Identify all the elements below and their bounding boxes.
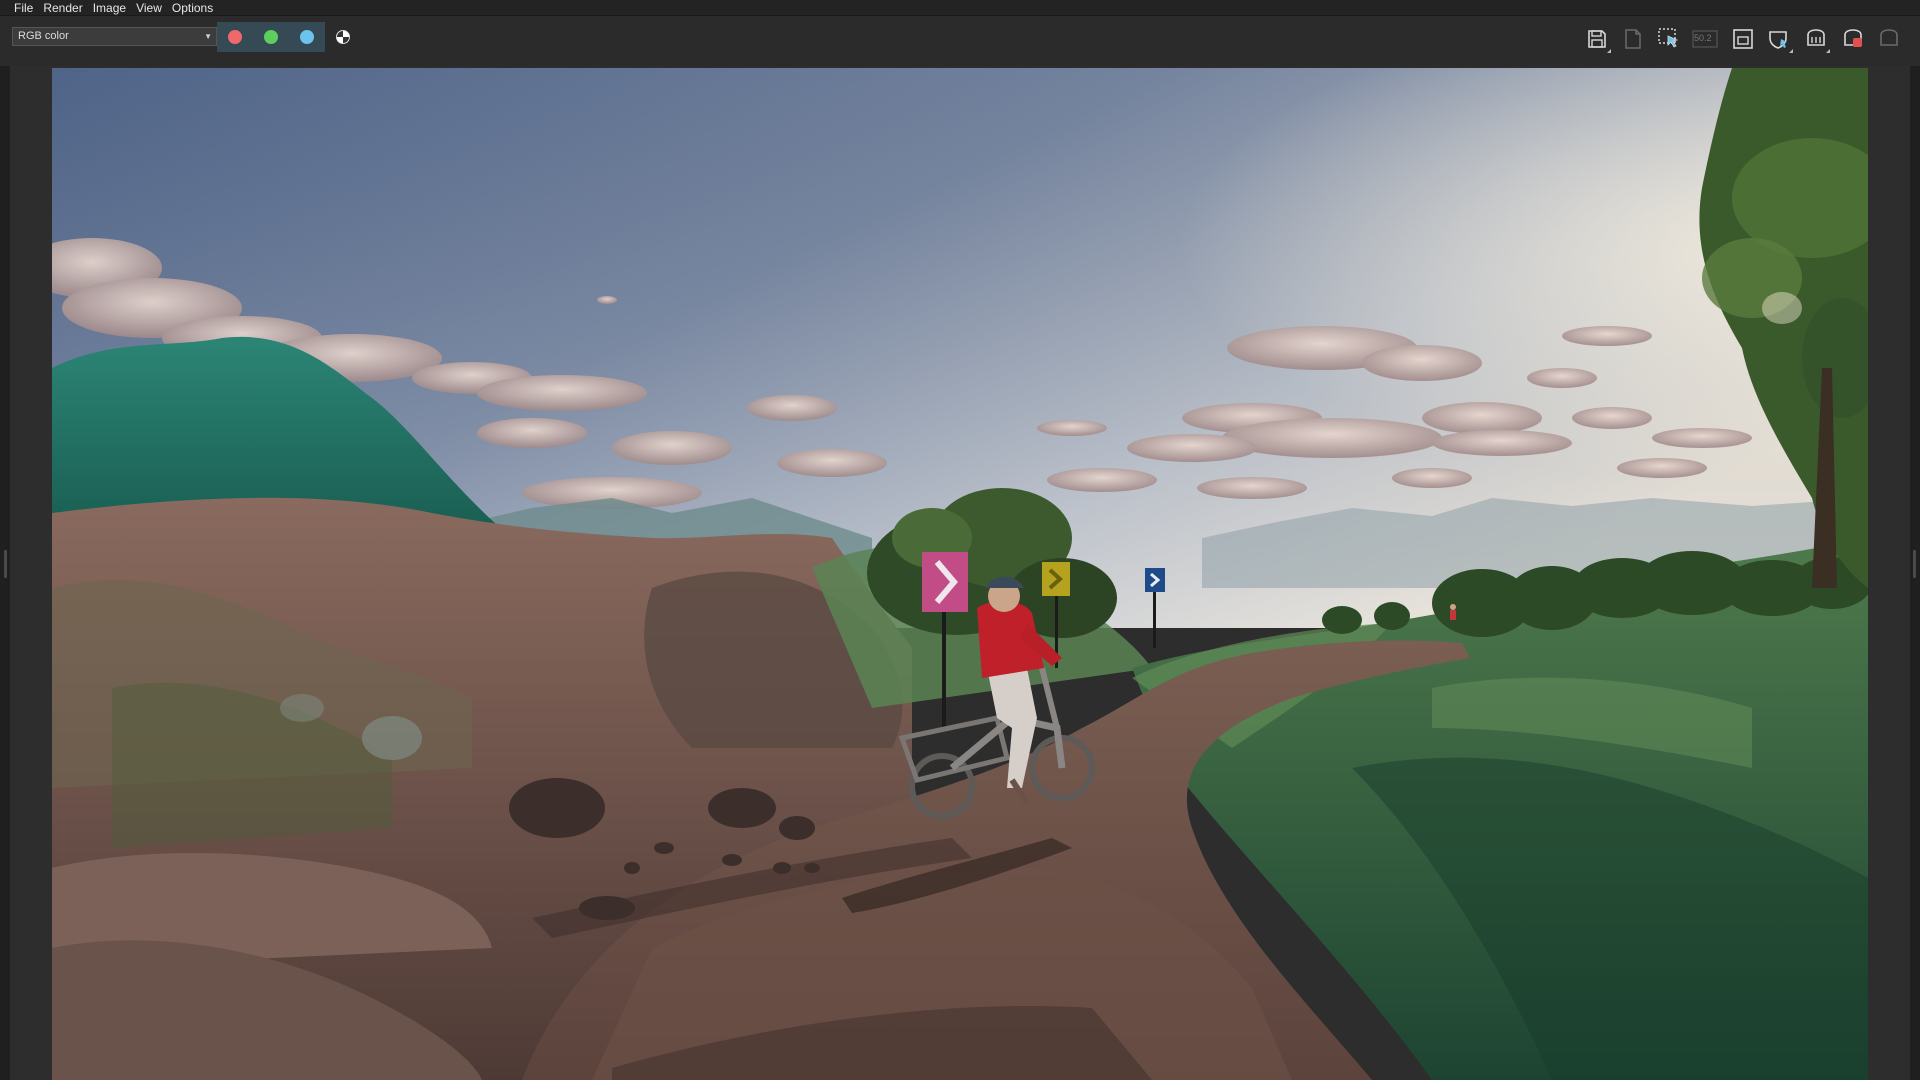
- menu-view[interactable]: View: [136, 0, 162, 16]
- chevron-down-icon: ▼: [204, 32, 212, 41]
- stop-render-icon: [1844, 29, 1862, 47]
- blue-dot-icon: [300, 30, 314, 44]
- menu-image[interactable]: Image: [93, 0, 126, 16]
- shield-button[interactable]: [1764, 24, 1794, 54]
- right-resize-handle[interactable]: [1913, 550, 1916, 578]
- fit-frame-button[interactable]: [1728, 24, 1758, 54]
- region-select-button[interactable]: [1654, 24, 1684, 54]
- green-channel-button[interactable]: [253, 22, 289, 52]
- cpu-render-icon: [1807, 29, 1825, 46]
- render-image: [52, 68, 1868, 1080]
- clear-render-button[interactable]: [1874, 24, 1904, 54]
- toolbar: RGB color ▼ 50.2: [0, 16, 1920, 66]
- save-button[interactable]: [1582, 24, 1612, 54]
- shield-icon: [1769, 31, 1787, 49]
- stop-render-button[interactable]: [1838, 24, 1868, 54]
- blue-channel-button[interactable]: [289, 22, 325, 52]
- alpha-channel-button[interactable]: [325, 22, 361, 52]
- green-dot-icon: [264, 30, 278, 44]
- red-dot-icon: [228, 30, 242, 44]
- left-resize-handle[interactable]: [4, 550, 7, 578]
- menu-bar: File Render Image View Options: [0, 0, 1920, 16]
- zoom-readout[interactable]: 50.2: [1690, 24, 1720, 54]
- menu-render[interactable]: Render: [43, 0, 82, 16]
- cpu-render-button[interactable]: [1801, 24, 1831, 54]
- save-multilayer-button[interactable]: [1618, 24, 1648, 54]
- channel-select[interactable]: RGB color ▼: [12, 27, 217, 46]
- save-multilayer-icon: [1625, 29, 1641, 49]
- save-icon: [1588, 30, 1606, 48]
- rendered-landscape-image: [52, 68, 1868, 1080]
- region-select-icon: [1658, 28, 1679, 48]
- red-channel-button[interactable]: [217, 22, 253, 52]
- zoom-label: 50.2: [1694, 33, 1712, 43]
- right-panel-edge: [1910, 66, 1920, 1080]
- left-panel-edge: [0, 66, 10, 1080]
- alpha-icon: [336, 30, 350, 44]
- channel-select-value: RGB color: [18, 30, 69, 42]
- clear-render-icon: [1880, 29, 1898, 46]
- fit-frame-icon: [1733, 29, 1753, 49]
- menu-options[interactable]: Options: [172, 0, 213, 16]
- menu-file[interactable]: File: [14, 0, 33, 16]
